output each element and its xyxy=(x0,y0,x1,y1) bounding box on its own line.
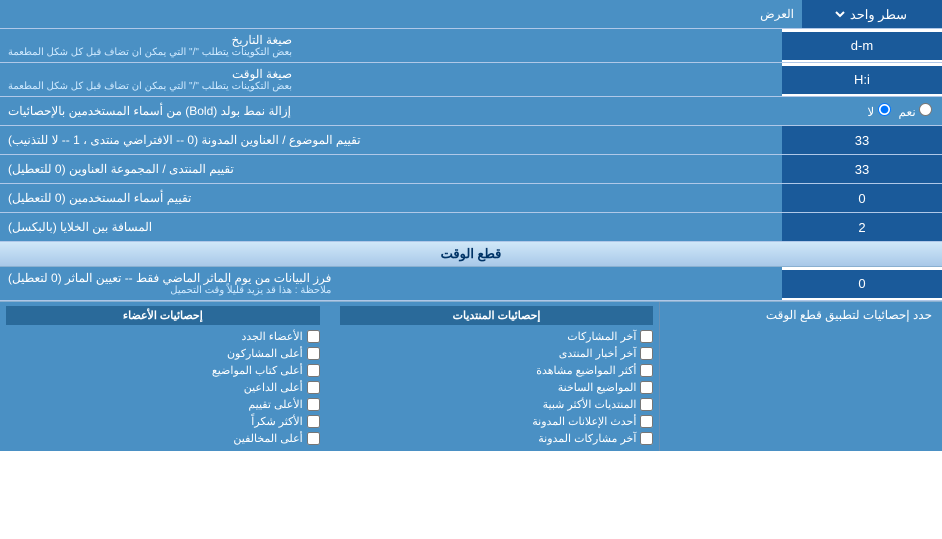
stats-apply-label: حدد إحصائيات لتطبيق قطع الوقت xyxy=(659,302,942,451)
time-format-input[interactable] xyxy=(788,72,936,87)
date-format-input-wrapper[interactable] xyxy=(782,32,942,60)
forum-order-input[interactable] xyxy=(788,162,936,177)
checkbox-similar-forums[interactable] xyxy=(640,398,653,411)
checkbox-last-news[interactable] xyxy=(640,347,653,360)
list-item: آخر أخبار المنتدى xyxy=(340,345,654,362)
usernames-order-input[interactable] xyxy=(788,191,936,206)
usernames-order-label: تقييم أسماء المستخدمين (0 للتعطيل) xyxy=(0,184,782,212)
usernames-order-row: تقييم أسماء المستخدمين (0 للتعطيل) xyxy=(0,184,942,213)
list-item: الأعضاء الجدد xyxy=(6,328,320,345)
stats-col-members: إحصائيات الأعضاء الأعضاء الجدد أعلى المش… xyxy=(6,306,320,447)
list-item: أعلى كتاب المواضيع xyxy=(6,362,320,379)
time-format-label: صيغة الوقت بعض التكوينات يتطلب "/" التي … xyxy=(0,63,782,96)
date-format-label: صيغة التاريخ بعض التكوينات يتطلب "/" الت… xyxy=(0,29,782,62)
forum-order-row: تقييم المنتدى / المجموعة العناوين (0 للت… xyxy=(0,155,942,184)
checkbox-most-thanked[interactable] xyxy=(307,415,320,428)
stats-members-header: إحصائيات الأعضاء xyxy=(6,306,320,325)
topics-order-label: تقييم الموضوع / العناوين المدونة (0 -- ا… xyxy=(0,126,782,154)
display-select-wrapper[interactable]: سطر واحد سطرين ثلاثة أسطر xyxy=(802,0,942,28)
bold-remove-controls: نعم لا xyxy=(857,101,942,121)
display-label: العرض xyxy=(0,3,802,25)
stats-members-list: الأعضاء الجدد أعلى المشاركون أعلى كتاب ا… xyxy=(6,328,320,447)
checkbox-top-topic-writers[interactable] xyxy=(307,364,320,377)
stats-forums-list: آخر المشاركات آخر أخبار المنتدى أكثر الم… xyxy=(340,328,654,447)
stats-cols-inner: إحصائيات المنتديات آخر المشاركات آخر أخب… xyxy=(6,306,653,447)
list-item: أعلى المشاركون xyxy=(6,345,320,362)
checkbox-latest-announcements[interactable] xyxy=(640,415,653,428)
stats-forums-header: إحصائيات المنتديات xyxy=(340,306,654,325)
topics-order-input-wrapper[interactable] xyxy=(782,126,942,154)
distance-row: المسافة بين الخلايا (بالبكسل) xyxy=(0,213,942,242)
checkbox-top-rated[interactable] xyxy=(307,398,320,411)
list-item: المنتديات الأكثر شبية xyxy=(340,396,654,413)
usernames-order-input-wrapper[interactable] xyxy=(782,184,942,212)
forum-order-input-wrapper[interactable] xyxy=(782,155,942,183)
stats-columns: إحصائيات المنتديات آخر المشاركات آخر أخب… xyxy=(0,302,659,451)
bold-remove-row: نعم لا إزالة نمط بولد (Bold) من أسماء ال… xyxy=(0,97,942,126)
topics-order-input[interactable] xyxy=(788,133,936,148)
cut-time-input-wrapper[interactable] xyxy=(782,270,942,298)
list-item: أحدث الإعلانات المدونة xyxy=(340,413,654,430)
list-item: أعلى المخالفين xyxy=(6,430,320,447)
bold-no-label[interactable]: لا xyxy=(867,103,890,119)
list-item: آخر مشاركات المدونة xyxy=(340,430,654,447)
checkbox-last-blog-posts[interactable] xyxy=(640,432,653,445)
bold-yes-radio[interactable] xyxy=(919,103,932,116)
checkbox-top-inviters[interactable] xyxy=(307,381,320,394)
date-format-input[interactable] xyxy=(788,38,936,53)
cut-time-input[interactable] xyxy=(788,276,936,291)
list-item: الأعلى تقييم xyxy=(6,396,320,413)
display-select[interactable]: سطر واحد سطرين ثلاثة أسطر xyxy=(833,6,911,23)
cut-time-label: فرز البيانات من يوم الماثر الماضي فقط --… xyxy=(0,267,782,300)
display-row: سطر واحد سطرين ثلاثة أسطر العرض xyxy=(0,0,942,29)
bold-yes-label[interactable]: نعم xyxy=(899,103,932,119)
list-item: آخر المشاركات xyxy=(340,328,654,345)
list-item: أكثر المواضيع مشاهدة xyxy=(340,362,654,379)
list-item: المواضيع الساخنة xyxy=(340,379,654,396)
checkbox-top-violators[interactable] xyxy=(307,432,320,445)
list-item: أعلى الداعين xyxy=(6,379,320,396)
time-format-row: صيغة الوقت بعض التكوينات يتطلب "/" التي … xyxy=(0,63,942,97)
checkbox-new-members[interactable] xyxy=(307,330,320,343)
date-format-row: صيغة التاريخ بعض التكوينات يتطلب "/" الت… xyxy=(0,29,942,63)
cut-time-section-header: قطع الوقت xyxy=(0,242,942,267)
checkbox-last-posts[interactable] xyxy=(640,330,653,343)
forum-order-label: تقييم المنتدى / المجموعة العناوين (0 للت… xyxy=(0,155,782,183)
bold-no-radio[interactable] xyxy=(878,103,891,116)
bold-remove-label: إزالة نمط بولد (Bold) من أسماء المستخدمي… xyxy=(0,97,857,125)
list-item: الأكثر شكراً xyxy=(6,413,320,430)
checkbox-hot-topics[interactable] xyxy=(640,381,653,394)
checkbox-most-viewed[interactable] xyxy=(640,364,653,377)
stats-col-forums: إحصائيات المنتديات آخر المشاركات آخر أخب… xyxy=(340,306,654,447)
cut-time-row: فرز البيانات من يوم الماثر الماضي فقط --… xyxy=(0,267,942,301)
distance-label: المسافة بين الخلايا (بالبكسل) xyxy=(0,213,782,241)
time-format-input-wrapper[interactable] xyxy=(782,66,942,94)
checkbox-top-posters[interactable] xyxy=(307,347,320,360)
topics-order-row: تقييم الموضوع / العناوين المدونة (0 -- ا… xyxy=(0,126,942,155)
stats-area: حدد إحصائيات لتطبيق قطع الوقت إحصائيات ا… xyxy=(0,301,942,451)
distance-input[interactable] xyxy=(788,220,936,235)
distance-input-wrapper[interactable] xyxy=(782,213,942,241)
